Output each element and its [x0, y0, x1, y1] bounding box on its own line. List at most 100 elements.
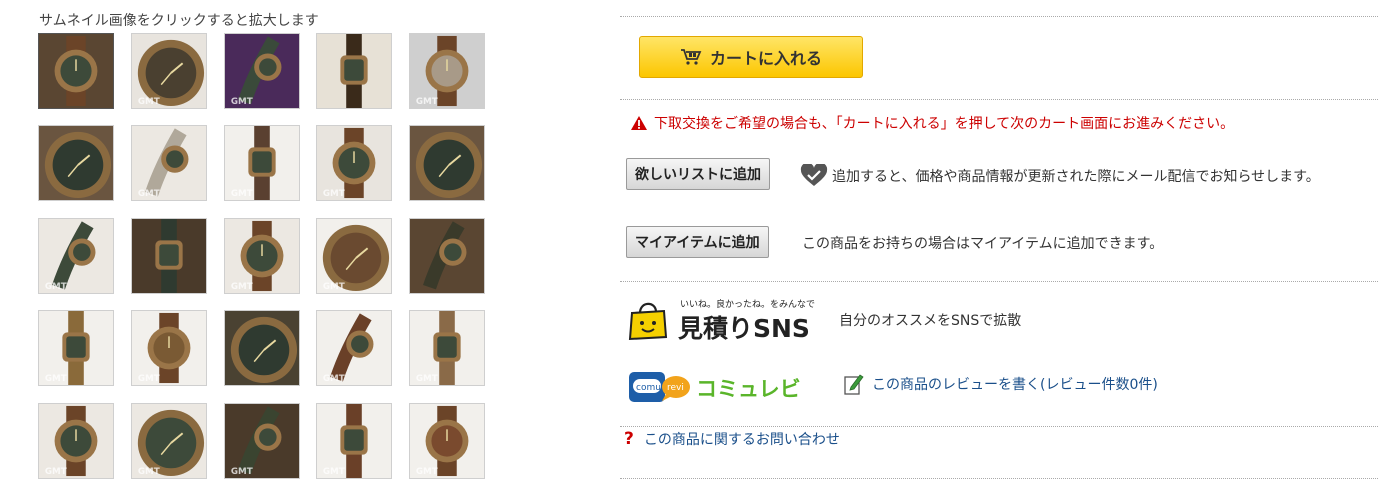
thumbnail-image[interactable]: [38, 33, 114, 109]
thumbnail-image[interactable]: GMT: [38, 310, 114, 386]
thumbnail-image[interactable]: GMT: [131, 125, 207, 201]
gallery-caption: サムネイル画像をクリックすると拡大します: [39, 13, 319, 29]
thumbnail-image[interactable]: GMT: [38, 403, 114, 479]
trade-in-notice: 下取交換をご希望の場合も、「カートに入れる」を押して次のカート画面にお進みくださ…: [630, 113, 1234, 133]
thumbnail-image[interactable]: [38, 125, 114, 201]
product-inquiry[interactable]: ? この商品に関するお問い合わせ: [624, 429, 840, 449]
svg-text:GMT: GMT: [323, 189, 345, 199]
sns-description-text: 自分のオススメをSNSで拡散: [839, 313, 1022, 329]
watch-photo: GMT: [132, 34, 206, 108]
thumbnail-image[interactable]: GMT: [131, 403, 207, 479]
mitsumori-sns-logo[interactable]: いいね。良かったね。をみんなで 見積りSNS: [628, 295, 818, 343]
divider: [620, 478, 1378, 479]
watch-photo: [317, 34, 391, 108]
watch-photo: [225, 311, 299, 385]
svg-text:GMT: GMT: [231, 467, 253, 477]
thumbnail-image[interactable]: GMT: [316, 403, 392, 479]
wishlist-description: 追加すると、価格や商品情報が更新された際にメール配信でお知らせします。: [800, 164, 1320, 188]
divider: [620, 426, 1378, 427]
myitem-description: この商品をお持ちの場合はマイアイテムに追加できます。: [802, 233, 1163, 253]
watch-photo: [410, 219, 484, 293]
comurevi-tag-right: revi: [667, 383, 684, 393]
svg-text:GMT: GMT: [323, 467, 345, 477]
watch-photo: GMT: [225, 34, 299, 108]
watch-photo: [39, 34, 113, 108]
thumbnail-image[interactable]: GMT: [316, 125, 392, 201]
svg-text:GMT: GMT: [231, 282, 253, 292]
add-to-myitem-button[interactable]: マイアイテムに追加: [626, 226, 769, 258]
watch-photo: GMT: [410, 34, 484, 108]
svg-text:GMT: GMT: [45, 467, 67, 477]
thumbnail-image[interactable]: [409, 218, 485, 294]
thumbnail-image[interactable]: [316, 33, 392, 109]
thumbnail-image[interactable]: GMT: [316, 218, 392, 294]
svg-text:GMT: GMT: [138, 189, 160, 199]
svg-text:GMT: GMT: [45, 282, 67, 292]
divider: [620, 16, 1378, 17]
watch-photo: GMT: [132, 311, 206, 385]
svg-text:GMT: GMT: [416, 374, 438, 384]
thumbnail-image[interactable]: GMT: [409, 403, 485, 479]
sns-logo-tagline: いいね。良かったね。をみんなで: [680, 298, 815, 310]
svg-text:GMT: GMT: [138, 97, 160, 107]
product-inquiry-link[interactable]: この商品に関するお問い合わせ: [644, 429, 840, 449]
svg-text:GMT: GMT: [45, 374, 67, 384]
watch-photo: GMT: [317, 126, 391, 200]
watch-photo: GMT: [132, 404, 206, 478]
thumbnail-image[interactable]: GMT: [224, 125, 300, 201]
svg-text:GMT: GMT: [138, 374, 160, 384]
question-icon: ?: [624, 429, 634, 449]
watch-photo: [410, 126, 484, 200]
svg-text:GMT: GMT: [323, 282, 345, 292]
thumbnail-image[interactable]: GMT: [316, 310, 392, 386]
thumbnail-image[interactable]: [224, 310, 300, 386]
thumbnail-image[interactable]: GMT: [224, 33, 300, 109]
write-review-link[interactable]: この商品のレビューを書く(レビュー件数0件): [872, 374, 1158, 394]
divider: [620, 99, 1378, 100]
comurevi-logo[interactable]: comu revi コミュレビ: [628, 368, 814, 406]
watch-photo: GMT: [410, 311, 484, 385]
wishlist-button-label: 欲しいリストに追加: [635, 167, 761, 183]
watch-photo: GMT: [39, 219, 113, 293]
comurevi-tag-left: comu: [636, 383, 661, 393]
thumbnail-image[interactable]: GMT: [409, 310, 485, 386]
svg-text:GMT: GMT: [323, 374, 345, 384]
sns-logo-text: 見積りSNS: [678, 314, 810, 343]
add-to-cart-button[interactable]: カートに入れる: [639, 36, 863, 78]
watch-photo: GMT: [132, 126, 206, 200]
divider: [620, 281, 1378, 282]
add-to-cart-label: カートに入れる: [709, 49, 822, 68]
heart-icon: [800, 164, 828, 186]
thumbnail-image[interactable]: GMT: [409, 33, 485, 109]
thumbnail-image[interactable]: GMT: [131, 33, 207, 109]
trade-in-notice-text: 下取交換をご希望の場合も、「カートに入れる」を押して次のカート画面にお進みくださ…: [654, 116, 1235, 132]
watch-photo: [132, 219, 206, 293]
warning-icon: [631, 116, 647, 130]
watch-photo: GMT: [225, 126, 299, 200]
svg-text:GMT: GMT: [231, 97, 253, 107]
watch-photo: GMT: [410, 404, 484, 478]
thumbnail-image[interactable]: [409, 125, 485, 201]
watch-photo: GMT: [317, 219, 391, 293]
watch-photo: GMT: [39, 404, 113, 478]
thumbnail-image[interactable]: GMT: [38, 218, 114, 294]
svg-text:GMT: GMT: [231, 189, 253, 199]
cart-icon: [680, 49, 702, 65]
wishlist-description-text: 追加すると、価格や商品情報が更新された際にメール配信でお知らせします。: [832, 169, 1320, 185]
sns-description: 自分のオススメをSNSで拡散: [839, 310, 1021, 330]
thumbnail-image[interactable]: GMT: [224, 218, 300, 294]
thumbnail-image[interactable]: [131, 218, 207, 294]
watch-photo: GMT: [225, 219, 299, 293]
thumbnail-image[interactable]: GMT: [224, 403, 300, 479]
svg-text:GMT: GMT: [416, 467, 438, 477]
thumbnail-image[interactable]: GMT: [131, 310, 207, 386]
myitem-button-label: マイアイテムに追加: [635, 235, 760, 251]
watch-photo: GMT: [225, 404, 299, 478]
svg-text:GMT: GMT: [416, 97, 438, 107]
watch-photo: [39, 126, 113, 200]
add-to-wishlist-button[interactable]: 欲しいリストに追加: [626, 158, 770, 190]
write-review[interactable]: この商品のレビューを書く(レビュー件数0件): [844, 373, 1158, 395]
watch-photo: GMT: [317, 404, 391, 478]
myitem-description-text: この商品をお持ちの場合はマイアイテムに追加できます。: [802, 236, 1164, 252]
svg-text:GMT: GMT: [138, 467, 160, 477]
